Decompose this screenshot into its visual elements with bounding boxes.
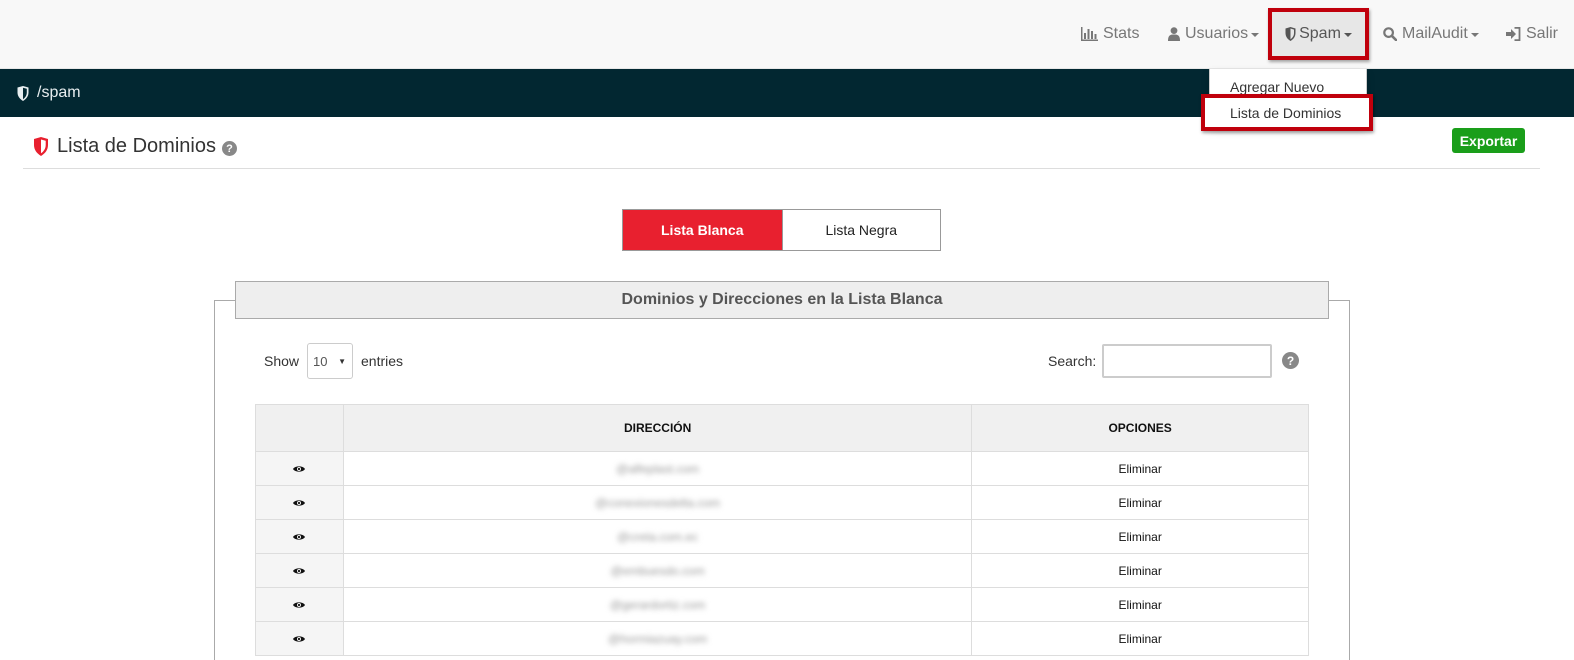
view-button[interactable] <box>255 485 344 520</box>
nav-usuarios-label: Usuarios <box>1185 25 1249 42</box>
column-header-direccion[interactable]: DIRECCIÓN <box>342 404 973 452</box>
page-title: Lista de Dominios ? <box>33 135 237 158</box>
domains-table: DIRECCIÓN OPCIONES @alfeplast.com Elimin… <box>255 404 1309 656</box>
view-button[interactable] <box>255 519 344 554</box>
view-button[interactable] <box>255 621 344 656</box>
table-row: @conexionesdelta.com Eliminar <box>255 485 1309 520</box>
table-row: @creta.com.ec Eliminar <box>255 519 1309 554</box>
eye-icon <box>293 465 306 472</box>
column-header-view <box>255 404 344 452</box>
list-toggle: Lista Blanca Lista Negra <box>622 209 941 251</box>
page-header: Lista de Dominios ? <box>23 130 1540 169</box>
address-cell: @hormiazuay.com <box>342 621 973 656</box>
menu-item-agregar-nuevo[interactable]: Agregar Nuevo <box>1230 79 1324 95</box>
column-header-opciones: OPCIONES <box>971 404 1309 452</box>
help-icon[interactable]: ? <box>1282 352 1299 369</box>
search-label: Search: <box>1048 353 1097 369</box>
tab-lista-negra[interactable]: Lista Negra <box>781 210 940 250</box>
eye-icon <box>293 499 306 506</box>
shield-icon <box>1285 27 1296 41</box>
breadcrumb-path: /spam <box>37 84 81 101</box>
eye-icon <box>293 601 306 608</box>
eye-icon <box>293 533 306 540</box>
delete-link[interactable]: Eliminar <box>971 451 1309 486</box>
address-cell: @gerardortiz.com <box>342 587 973 622</box>
nav-stats[interactable]: Stats <box>1081 0 1139 68</box>
caret-down-icon <box>1470 33 1479 37</box>
nav-mailaudit-label: MailAudit <box>1402 25 1468 42</box>
caret-down-icon <box>1343 33 1352 37</box>
entries-select-value: 10 <box>313 353 328 369</box>
search-icon <box>1383 27 1397 41</box>
nav-usuarios-dropdown[interactable]: Usuarios <box>1168 0 1260 68</box>
caret-down-icon <box>1251 33 1260 37</box>
eye-icon <box>293 567 306 574</box>
sign-in-icon <box>1506 27 1521 41</box>
eye-icon <box>293 635 306 642</box>
menu-item-lista-dominios[interactable]: Lista de Dominios <box>1201 94 1373 131</box>
show-label: Show <box>264 353 300 369</box>
view-button[interactable] <box>255 451 344 486</box>
address-cell: @conexionesdelta.com <box>342 485 973 520</box>
address-cell: @alfeplast.com <box>342 451 973 486</box>
table-row: @embuesdo.com Eliminar <box>255 553 1309 588</box>
select-arrow-icon: ▼ <box>338 357 346 366</box>
entries-select[interactable]: 10 ▼ <box>307 343 353 379</box>
table-row: @hormiazuay.com Eliminar <box>255 621 1309 656</box>
bar-chart-icon <box>1081 27 1098 41</box>
nav-mailaudit-dropdown[interactable]: MailAudit <box>1383 0 1479 68</box>
search-input[interactable] <box>1102 344 1272 378</box>
delete-link[interactable]: Eliminar <box>971 553 1309 588</box>
top-navbar: Stats Usuarios Spam MailAudit Salir <box>0 0 1574 69</box>
nav-spam-label: Spam <box>1299 25 1341 42</box>
table-row: @gerardortiz.com Eliminar <box>255 587 1309 622</box>
nav-stats-label: Stats <box>1103 25 1140 42</box>
address-cell: @creta.com.ec <box>342 519 973 554</box>
table-header-row: DIRECCIÓN OPCIONES <box>255 404 1309 452</box>
delete-link[interactable]: Eliminar <box>971 485 1309 520</box>
tab-lista-blanca[interactable]: Lista Blanca <box>623 210 782 250</box>
page-title-text: Lista de Dominios <box>57 135 216 157</box>
entries-label: entries <box>361 353 404 369</box>
menu-item-lista-dominios-label: Lista de Dominios <box>1230 105 1342 121</box>
nav-salir-label: Salir <box>1526 25 1559 42</box>
shield-icon <box>33 137 49 156</box>
view-button[interactable] <box>255 587 344 622</box>
delete-link[interactable]: Eliminar <box>971 621 1309 656</box>
delete-link[interactable]: Eliminar <box>971 519 1309 554</box>
shield-icon <box>17 85 29 101</box>
delete-link[interactable]: Eliminar <box>971 587 1309 622</box>
panel-heading: Dominios y Direcciones en la Lista Blanc… <box>235 281 1329 319</box>
address-cell: @embuesdo.com <box>342 553 973 588</box>
export-button[interactable]: Exportar <box>1452 128 1525 153</box>
help-icon[interactable]: ? <box>221 141 237 156</box>
view-button[interactable] <box>255 553 344 588</box>
table-row: @alfeplast.com Eliminar <box>255 451 1309 486</box>
nav-spam-dropdown[interactable]: Spam <box>1268 8 1369 60</box>
nav-salir[interactable]: Salir <box>1506 0 1558 68</box>
user-icon <box>1168 27 1180 41</box>
